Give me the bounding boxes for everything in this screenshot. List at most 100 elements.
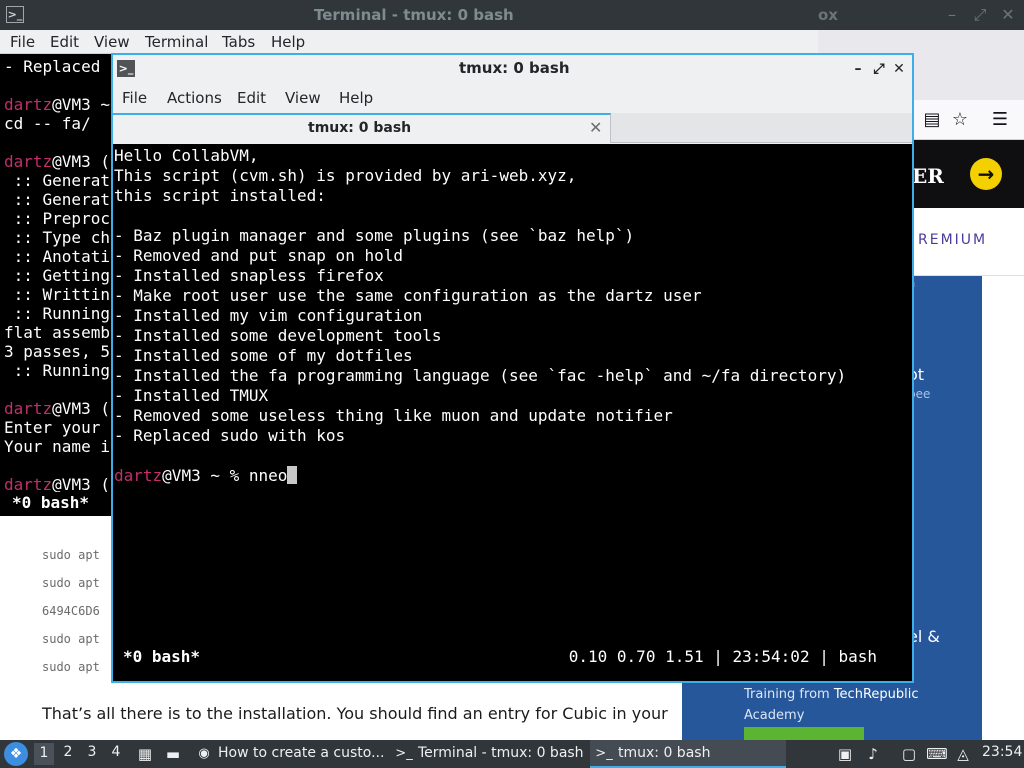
terminal-line: - Removed some useless thing like muon a… [114,406,673,425]
menu-file[interactable]: File [122,89,147,107]
line-text: - Replaced [4,57,110,76]
terminal-icon: >_ [117,60,135,77]
hamburger-menu-icon[interactable]: ☰ [988,108,1012,132]
terminal-line: - Installed the fa programming language … [114,366,847,385]
window-title: tmux: 0 bash [459,59,570,77]
keyboard-icon[interactable]: ⌨ [926,743,948,765]
terminal-icon: >_ [395,746,413,761]
menu-terminal[interactable]: Terminal [145,33,208,51]
package-updates-icon[interactable]: ▣ [834,743,856,765]
workspace-4[interactable]: 4 [106,744,126,760]
task-back-terminal[interactable]: >_ Terminal - tmux: 0 bash [390,740,586,768]
maximize-icon[interactable]: ⤢ [970,5,990,25]
premium-banner[interactable]: REMIUM [912,208,1024,276]
firefox-navbar: ▤ ☆ ☰ [912,100,1024,140]
application-menu-icon[interactable]: ❖ [4,742,28,766]
code-line: 6494C6D6 [42,604,100,618]
file-manager-icon[interactable]: ▦ [134,743,156,765]
typed-command: nneo [248,466,288,485]
menu-tabs[interactable]: Tabs [222,33,255,51]
line-text: Your name i [4,437,110,456]
tab-tmux-bash[interactable]: tmux: 0 bash ✕ [113,113,611,143]
front-terminal-window[interactable]: >_ tmux: 0 bash – ⤢ ✕ File Actions Edit … [111,53,914,683]
menu-edit[interactable]: Edit [50,33,79,51]
line-text: :: Preproc [4,209,110,228]
menu-help[interactable]: Help [271,33,305,51]
window-title: Terminal - tmux: 0 bash [314,6,514,24]
front-terminal-output[interactable]: Hello CollabVM, This script (cvm.sh) is p… [113,144,912,681]
terminal-line: :: Running [4,304,110,323]
prompt-user: dartz [4,152,53,171]
front-terminal-menubar: File Actions Edit View Help [113,83,912,113]
terminal-line: flat assemb [4,323,110,342]
promo-button[interactable] [744,727,864,740]
close-icon[interactable]: ✕ [998,5,1018,25]
terminal-line: :: Running [4,361,110,380]
menu-view[interactable]: View [94,33,130,51]
menu-view[interactable]: View [285,89,321,107]
reader-view-icon[interactable]: ▤ [920,108,944,132]
code-line: sudo apt [42,548,100,562]
line-text: @VM3 ~ [52,95,110,114]
terminal-line: dartz@VM3 ( [4,152,110,171]
tab-bar: tmux: 0 bash ✕ [113,113,912,143]
terminal-line: :: Preproc [4,209,110,228]
terminal-line: :: Writtin [4,285,110,304]
bookmark-star-icon[interactable]: ☆ [948,108,972,132]
terminal-line: - Installed some of my dotfiles [114,346,413,365]
site-header: ER → [912,140,1024,208]
terminal-line: dartz@VM3 ~ [4,95,110,114]
terminal-line: Hello CollabVM, [114,146,259,165]
show-desktop-icon[interactable]: ▬ [162,743,184,765]
menu-actions[interactable]: Actions [167,89,222,107]
tmux-status-bar: *0 bash* 0.10 0.70 1.51 | 23:54:02 | bas… [113,646,912,670]
line-text: 3 passes, 5 [4,342,110,361]
line-text: :: Generat [4,190,110,209]
terminal-line: - Installed some development tools [114,326,442,345]
terminal-line: - Replaced [4,57,110,76]
site-logo: ER [912,164,944,188]
terminal-line: - Installed my vim configuration [114,306,423,325]
maximize-icon[interactable]: ⤢ [870,59,888,79]
task-front-terminal[interactable]: >_ tmux: 0 bash [590,740,786,768]
line-text: :: Getting [4,266,110,285]
line-text: :: Running [4,361,110,380]
prompt-host: @VM3 ~ % [162,466,249,485]
tmux-window-label: *0 bash* [123,647,201,666]
arrow-right-icon[interactable]: → [970,158,1002,190]
close-icon[interactable]: ✕ [890,59,908,79]
line-text: @VM3 ( [52,399,110,418]
prompt-line[interactable]: dartz@VM3 ~ % nneo [114,466,298,485]
terminal-line: Your name i [4,437,110,456]
network-icon[interactable]: ◬ [952,743,974,765]
workspace-1[interactable]: 1 [34,743,54,765]
volume-icon[interactable]: ♪ [862,743,884,765]
workspace-3[interactable]: 3 [82,744,102,760]
terminal-line: - Removed and put snap on hold [114,246,403,265]
close-tab-icon[interactable]: ✕ [589,118,602,137]
taskbar: ❖ 1 2 3 4 ▦ ▬ ◉ How to create a custo...… [0,740,1024,768]
minimize-icon[interactable]: – [849,59,867,79]
menu-edit[interactable]: Edit [237,89,266,107]
line-text: cd -- fa/ [4,114,91,133]
task-firefox[interactable]: ◉ How to create a custo... [190,740,386,768]
academy-credit: Training from TechRepublic Academy [744,687,919,723]
line-text: @VM3 ( [52,152,110,171]
line-text: :: Generat [4,171,110,190]
clipboard-icon[interactable]: ▢ [898,743,920,765]
back-terminal-menubar: File Edit View Terminal Tabs Help [0,30,818,54]
terminal-line: 3 passes, 5 [4,342,110,361]
clock[interactable]: 23:54 [982,744,1022,760]
terminal-line: :: Getting [4,266,110,285]
front-terminal-titlebar[interactable]: >_ tmux: 0 bash – ⤢ ✕ [113,55,912,83]
menu-file[interactable]: File [10,33,35,51]
terminal-line: :: Anotati [4,247,110,266]
minimize-icon[interactable]: – [942,5,962,25]
back-terminal-titlebar[interactable]: >_ Terminal - tmux: 0 bash [0,0,818,30]
workspace-2[interactable]: 2 [58,744,78,760]
terminal-line: this script installed: [114,186,326,205]
code-line: sudo apt [42,576,100,590]
terminal-line: :: Generat [4,190,110,209]
menu-help[interactable]: Help [339,89,373,107]
terminal-line: :: Generat [4,171,110,190]
